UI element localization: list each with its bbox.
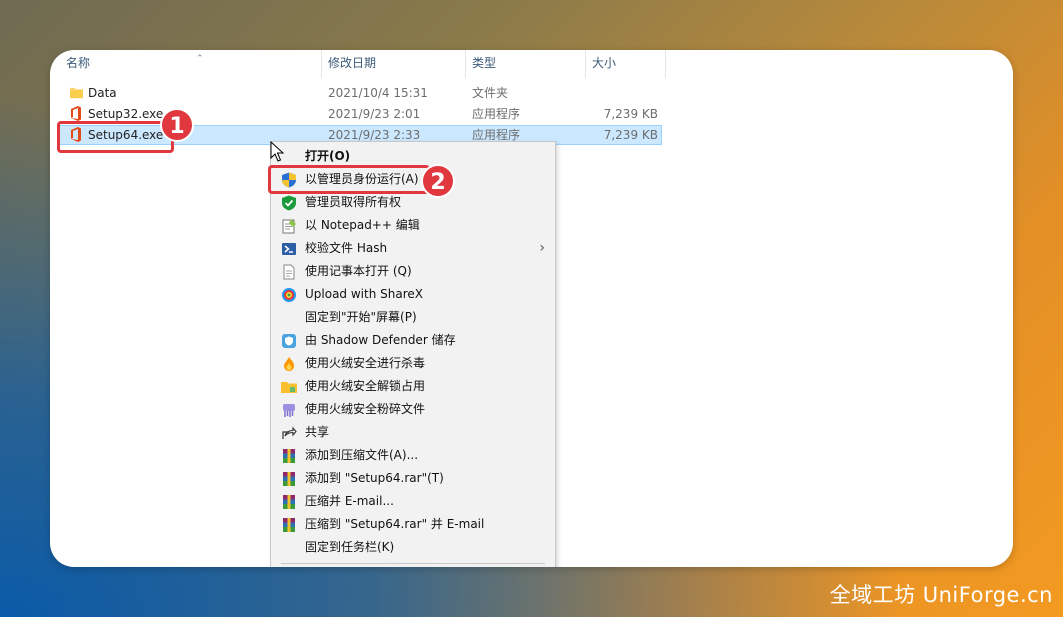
menu-item-label: 共享 — [305, 425, 330, 439]
menu-item-label: 压缩并 E-mail... — [305, 494, 394, 508]
menu-item-take-ownership[interactable]: 管理员取得所有权 — [271, 191, 555, 214]
shredder-icon — [283, 404, 295, 417]
menu-item-label: 以 Notepad++ 编辑 — [305, 218, 420, 232]
mouse-cursor-icon — [270, 141, 284, 162]
file-date: 2021/10/4 15:31 — [328, 86, 428, 100]
menu-item-hash[interactable]: 校验文件 Hash › — [271, 237, 555, 260]
watermark-text: 全域工坊 UniForge.cn — [829, 583, 1053, 607]
share-icon — [282, 426, 297, 439]
menu-item-label: 校验文件 Hash — [305, 241, 388, 255]
file-type: 文件夹 — [472, 86, 509, 100]
green-shield-icon — [282, 195, 296, 211]
menu-item-share[interactable]: 共享 — [271, 421, 555, 444]
column-header-name[interactable]: 名称 ⌃ — [60, 50, 322, 78]
folder-lock-icon — [281, 382, 297, 393]
menu-item-label: 固定到任务栏(K) — [305, 540, 395, 554]
menu-item-huorong-shred[interactable]: 使用火绒安全粉碎文件 — [271, 398, 555, 421]
column-size-label: 大小 — [592, 56, 617, 70]
file-row-data[interactable]: Data 2021/10/4 15:31 文件夹 — [58, 83, 662, 103]
menu-item-add-setup64-rar[interactable]: 添加到 "Setup64.rar"(T) — [271, 467, 555, 490]
file-size: 7,239 KB — [603, 128, 658, 142]
menu-item-edit-notepadpp[interactable]: 以 Notepad++ 编辑 — [271, 214, 555, 237]
column-header-type[interactable]: 类型 — [466, 50, 586, 78]
menu-item-label: 管理员取得所有权 — [305, 195, 402, 209]
highlight-box-run-as-admin — [268, 165, 430, 194]
file-type: 应用程序 — [472, 107, 521, 121]
file-name: Data — [88, 86, 117, 100]
highlight-box-file — [57, 121, 174, 153]
menu-item-compress-setup64-email[interactable]: 压缩到 "Setup64.rar" 并 E-mail — [271, 513, 555, 536]
step-badge-1: 1 — [160, 108, 194, 142]
menu-item-label: 使用记事本打开 (Q) — [305, 264, 412, 278]
office-icon — [71, 106, 81, 121]
winrar-icon — [283, 518, 295, 532]
menu-item-sharex[interactable]: Upload with ShareX — [271, 283, 555, 306]
winrar-icon — [283, 472, 295, 486]
column-header-date[interactable]: 修改日期 — [322, 50, 466, 78]
winrar-icon — [283, 449, 295, 463]
menu-item-compress-email[interactable]: 压缩并 E-mail... — [271, 490, 555, 513]
winrar-icon — [283, 495, 295, 509]
menu-item-huorong-scan[interactable]: 使用火绒安全进行杀毒 — [271, 352, 555, 375]
menu-separator — [281, 563, 545, 564]
column-type-label: 类型 — [472, 56, 497, 70]
step-badge-2: 2 — [421, 164, 455, 198]
column-header-size[interactable]: 大小 — [586, 50, 666, 78]
file-date: 2021/9/23 2:01 — [328, 107, 421, 121]
huorong-icon — [284, 357, 294, 371]
notepad-plus-plus-icon — [282, 219, 296, 234]
column-name-label: 名称 — [66, 56, 91, 70]
document-icon — [283, 264, 295, 280]
menu-item-label: 由 Shadow Defender 储存 — [305, 333, 456, 347]
submenu-arrow-icon: › — [539, 240, 545, 256]
menu-item-label: 压缩到 "Setup64.rar" 并 E-mail — [305, 517, 485, 531]
powershell-icon — [282, 243, 296, 255]
sharex-icon — [282, 288, 296, 302]
menu-item-label: 使用火绒安全解锁占用 — [305, 379, 426, 393]
folder-icon — [70, 87, 83, 99]
menu-item-pin-taskbar[interactable]: 固定到任务栏(K) — [271, 536, 555, 559]
menu-item-add-archive[interactable]: 添加到压缩文件(A)... — [271, 444, 555, 467]
menu-item-label: 添加到压缩文件(A)... — [305, 448, 419, 462]
menu-item-label: Upload with ShareX — [305, 287, 423, 301]
column-date-label: 修改日期 — [328, 56, 377, 70]
menu-item-pin-start[interactable]: 固定到"开始"屏幕(P) — [271, 306, 555, 329]
menu-item-open-notepad[interactable]: 使用记事本打开 (Q) — [271, 260, 555, 283]
menu-item-shadow-defender[interactable]: 由 Shadow Defender 储存 — [271, 329, 555, 352]
menu-item-huorong-unlock[interactable]: 使用火绒安全解锁占用 — [271, 375, 555, 398]
sort-ascending-icon: ⌃ — [196, 54, 204, 64]
menu-item-label: 添加到 "Setup64.rar"(T) — [305, 471, 444, 485]
menu-item-label: 使用火绒安全进行杀毒 — [305, 356, 426, 370]
menu-item-label: 固定到"开始"屏幕(P) — [305, 310, 417, 324]
column-header-bar: 名称 ⌃ 修改日期 类型 大小 — [50, 50, 1013, 78]
shadow-defender-icon — [282, 334, 296, 348]
file-size: 7,239 KB — [603, 107, 658, 121]
context-menu: 打开(O) 以管理员身份运行(A) 管理员取得所有权 以 Notepad++ 编… — [270, 141, 556, 567]
file-explorer-window: 名称 ⌃ 修改日期 类型 大小 Data 2021/10/4 15:31 文件夹… — [50, 50, 1013, 567]
menu-item-label: 使用火绒安全粉碎文件 — [305, 402, 426, 416]
